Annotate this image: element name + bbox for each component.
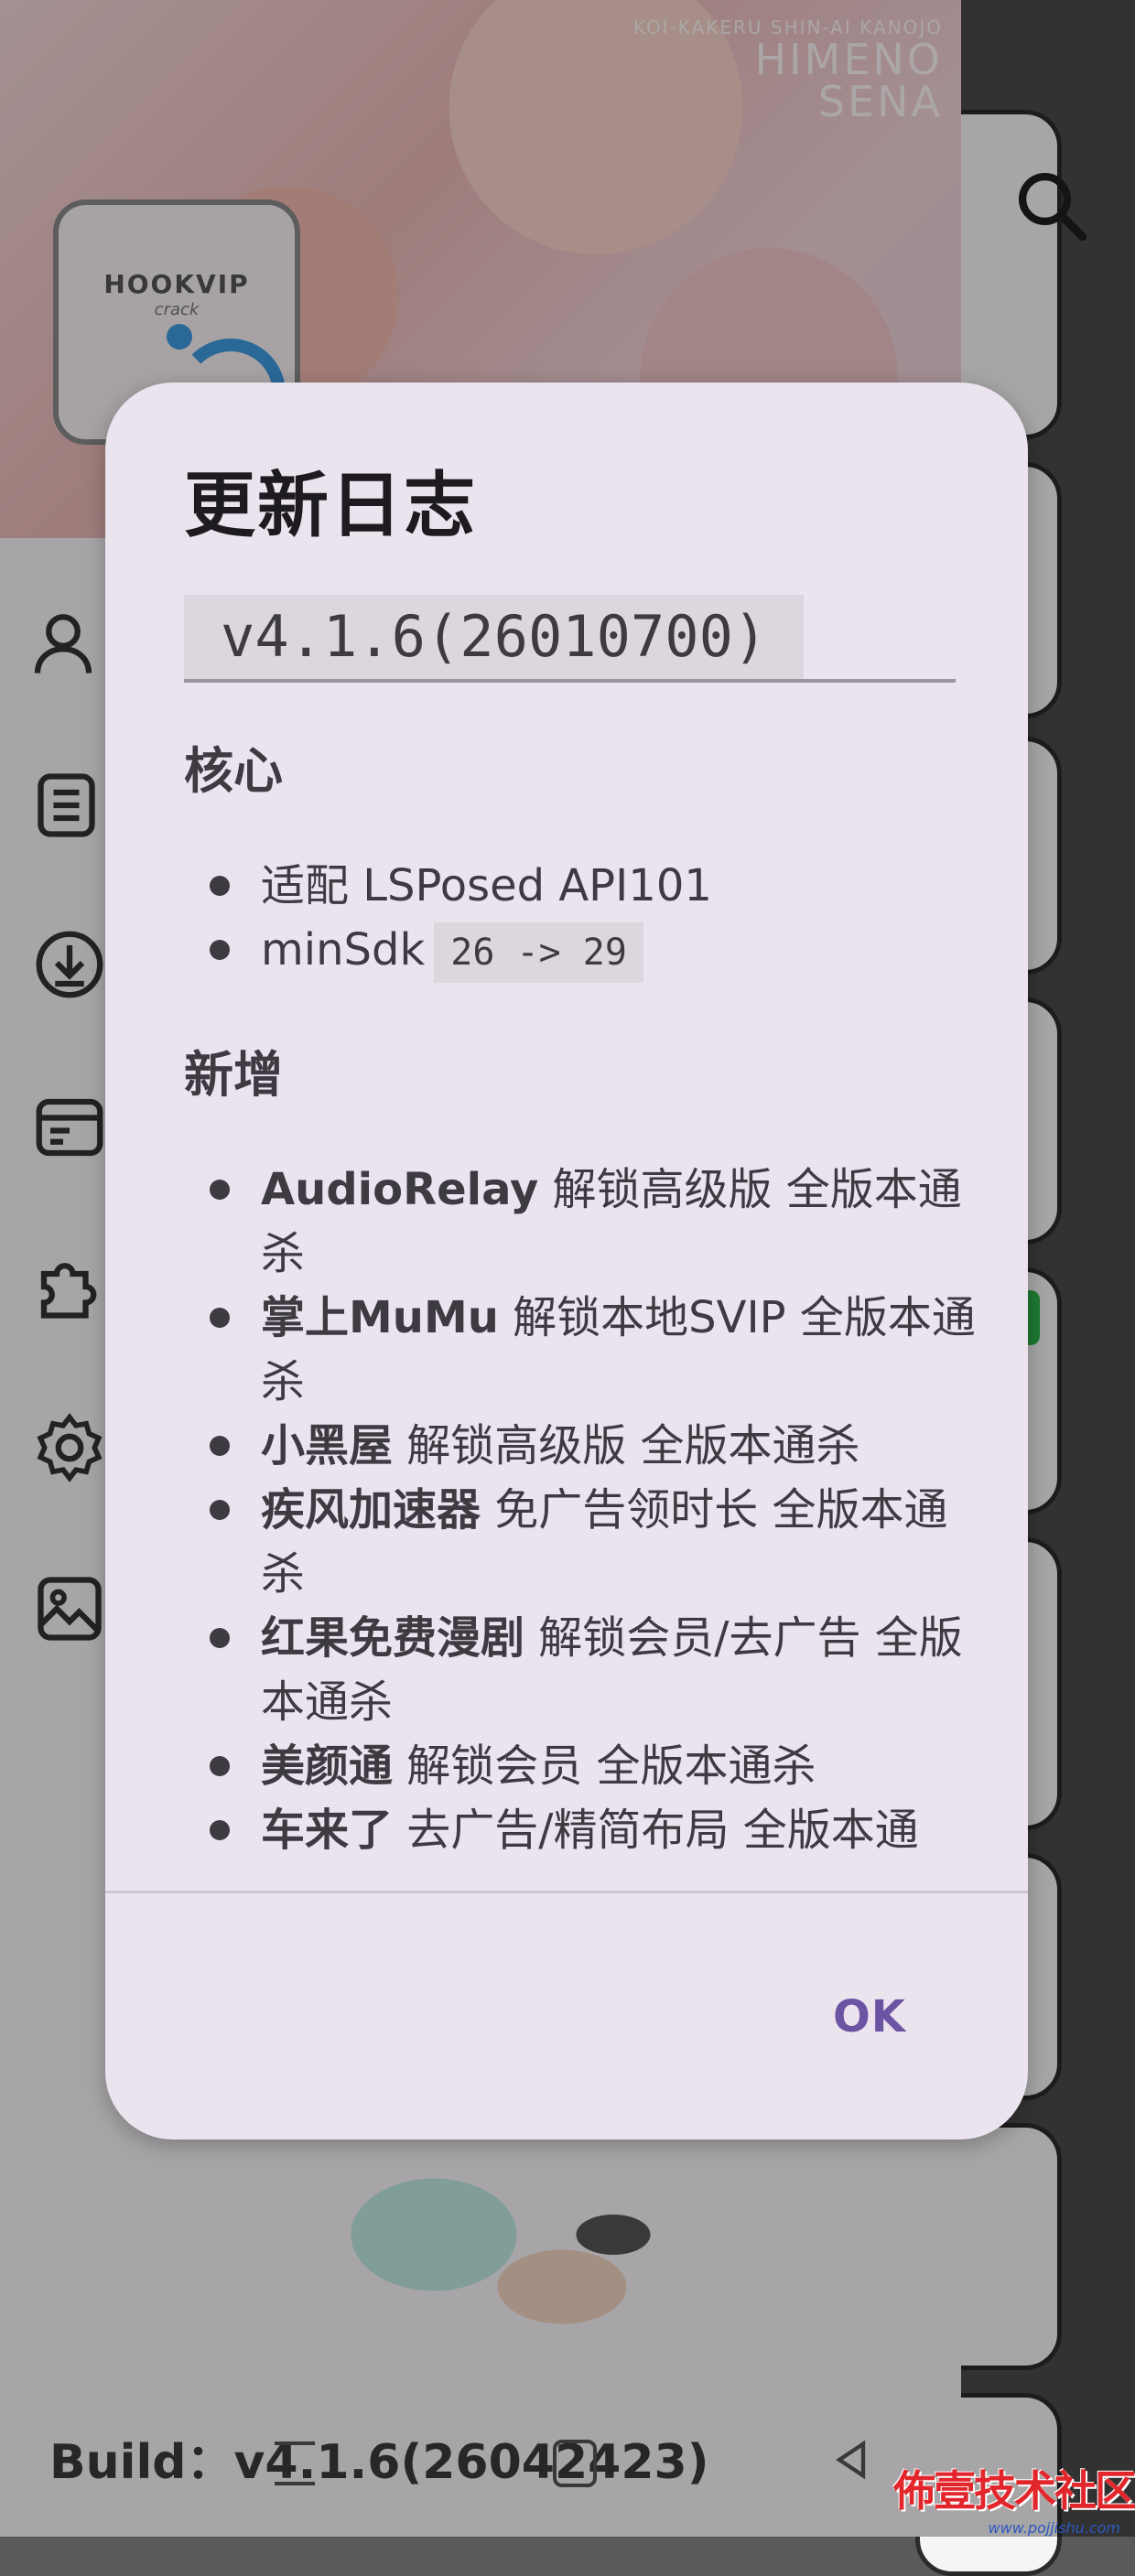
list-item-text: 解锁会员 全版本通杀 <box>393 1741 816 1792</box>
section-title-core: 核心 <box>184 742 283 800</box>
ok-button[interactable]: OK <box>783 1975 957 2059</box>
app-name: 美颜通 <box>261 1741 394 1792</box>
list-item-text: 解锁高级版 全版本通杀 <box>393 1420 860 1471</box>
list-item: AudioRelay 解锁高级版 全版本通杀 <box>184 1158 989 1286</box>
list-item-text: 适配 LSPosed API101 <box>261 860 712 911</box>
list-item: 掌上MuMu 解锁本地SVIP 全版本通杀 <box>184 1286 989 1414</box>
bullet-icon <box>210 940 230 960</box>
list-item: 车来了 去广告/精简布局 全版本通 <box>184 1798 989 1862</box>
bullet-icon <box>210 1756 230 1776</box>
section-title-new: 新增 <box>184 1046 283 1104</box>
bullet-icon <box>210 876 230 896</box>
list-item-text: minSdk <box>261 924 426 975</box>
version-code: v4.1.6(26010700) <box>184 595 805 679</box>
new-list: AudioRelay 解锁高级版 全版本通杀 掌上MuMu 解锁本地SVIP 全… <box>184 1158 989 1862</box>
list-item: 小黑屋 解锁高级版 全版本通杀 <box>184 1414 989 1478</box>
list-item-text: 去广告/精简布局 全版本通 <box>393 1805 919 1856</box>
changelog-dialog: 更新日志 v4.1.6(26010700) 核心 适配 LSPosed API1… <box>105 383 1028 2139</box>
version-block: v4.1.6(26010700) <box>184 595 956 683</box>
changelog-content[interactable]: 核心 适配 LSPosed API101 minSdk 26 -> 29 新增 A… <box>184 730 989 1879</box>
core-list: 适配 LSPosed API101 minSdk 26 -> 29 <box>184 854 989 983</box>
bullet-icon <box>210 1500 230 1520</box>
app-name: 小黑屋 <box>261 1420 394 1471</box>
list-item: 适配 LSPosed API101 <box>184 854 989 918</box>
app-name: AudioRelay <box>261 1164 539 1215</box>
list-item: 红果免费漫剧 解锁会员/去广告 全版本通杀 <box>184 1606 989 1734</box>
code-chip: 26 -> 29 <box>434 922 643 983</box>
dialog-title: 更新日志 <box>184 465 478 547</box>
bullet-icon <box>210 1308 230 1328</box>
watermark-logo: 佈壹技术社区 www.pojjishu.com <box>851 2458 1135 2537</box>
app-name: 车来了 <box>261 1805 394 1856</box>
list-item: minSdk 26 -> 29 <box>184 918 989 983</box>
app-name: 红果免费漫剧 <box>261 1612 525 1664</box>
watermark-url: www.pojjishu.com <box>988 2519 1120 2537</box>
app-name: 疾风加速器 <box>261 1484 481 1536</box>
bullet-icon <box>210 1180 230 1200</box>
bullet-icon <box>210 1436 230 1456</box>
watermark-text: 佈壹技术社区 <box>893 2466 1135 2516</box>
list-item: 疾风加速器 免广告领时长 全版本通杀 <box>184 1478 989 1606</box>
list-item: 美颜通 解锁会员 全版本通杀 <box>184 1734 989 1798</box>
dialog-divider <box>105 1891 1028 1893</box>
bullet-icon <box>210 1628 230 1648</box>
bullet-icon <box>210 1820 230 1840</box>
app-name: 掌上MuMu <box>261 1292 499 1343</box>
